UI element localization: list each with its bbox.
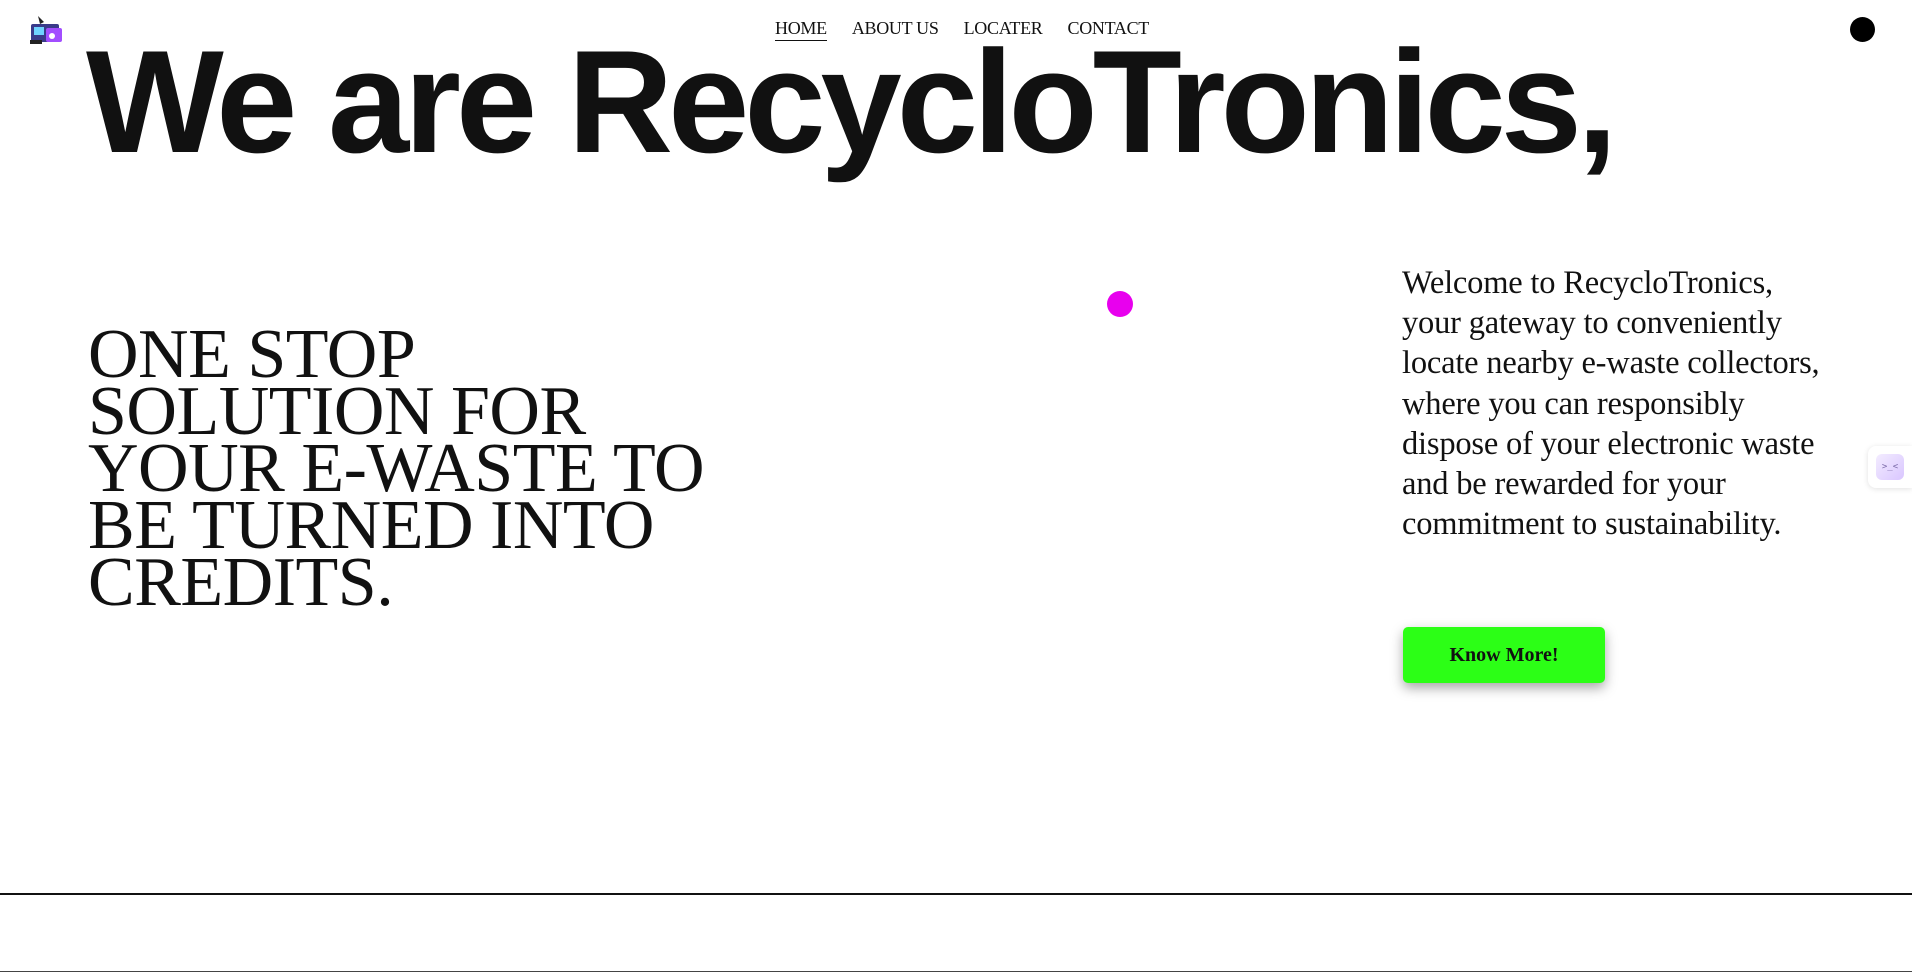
- welcome-text: Welcome to RecycloTronics, your gateway …: [1402, 265, 1820, 543]
- hero-title: We are RecycloTronics,: [86, 20, 1618, 183]
- know-more-button[interactable]: Know More!: [1403, 627, 1605, 683]
- cursor-dot-icon: [1107, 291, 1133, 317]
- tagline: ONE STOP SOLUTION FOR YOUR E-WASTE TO BE…: [88, 316, 705, 621]
- assistant-widget[interactable]: >_<: [1868, 446, 1912, 488]
- assistant-face-icon: >_<: [1876, 454, 1904, 480]
- section-divider: [0, 893, 1912, 895]
- black-circle-icon[interactable]: [1850, 17, 1875, 42]
